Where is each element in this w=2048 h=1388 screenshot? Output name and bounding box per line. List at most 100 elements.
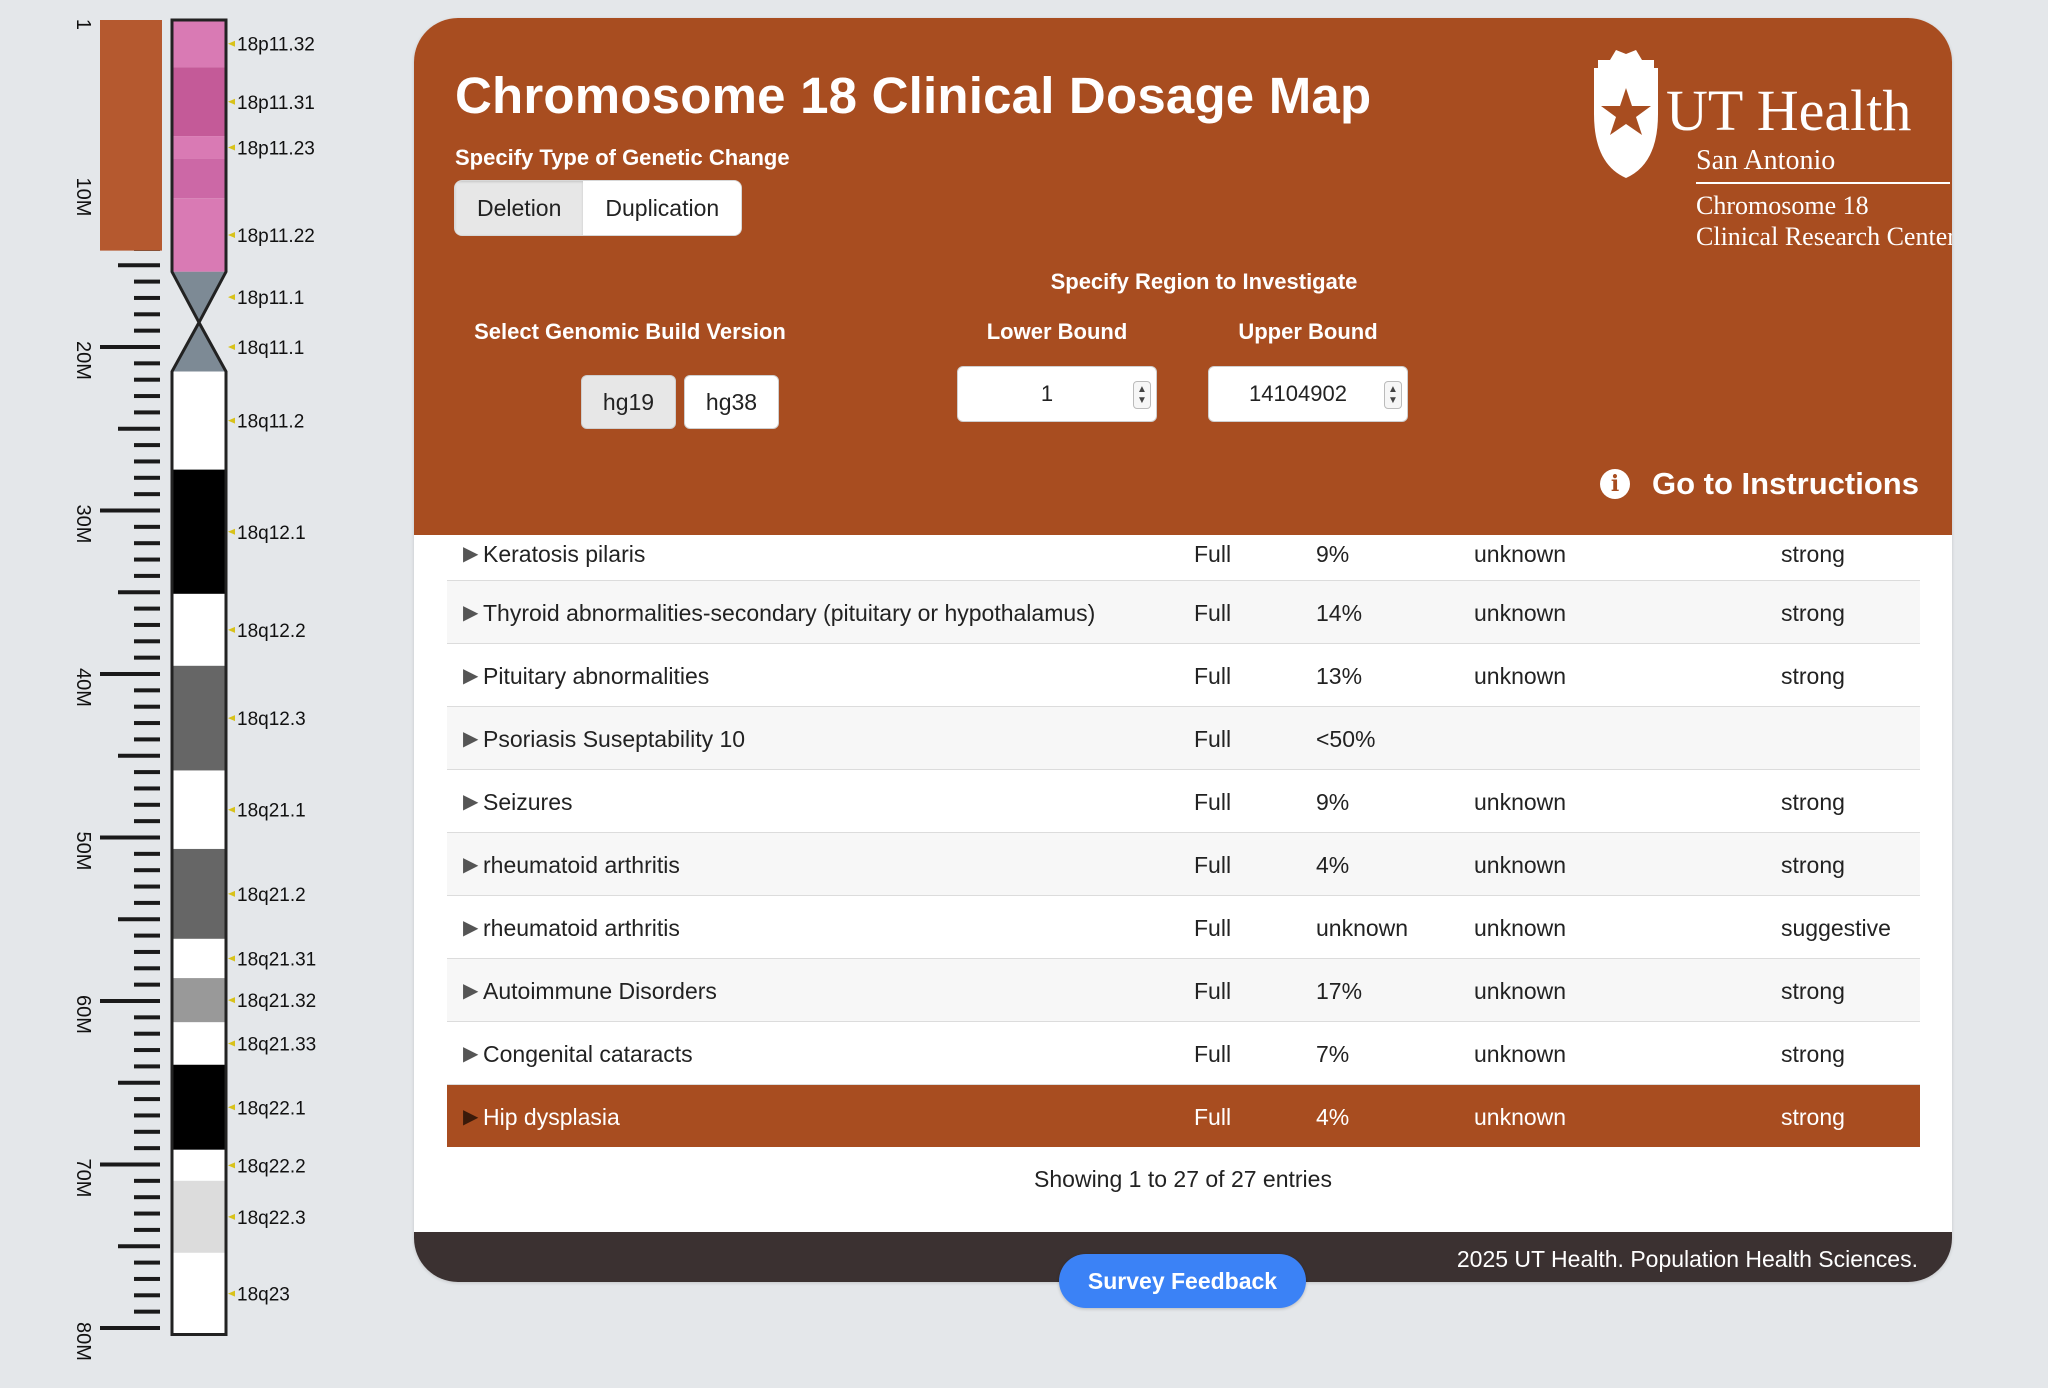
expand-arrow-icon[interactable]: ▶ (463, 915, 478, 940)
footer-copyright: 2025 UT Health. Population Health Scienc… (1456, 1246, 1918, 1272)
band-marker (228, 528, 235, 535)
chromosome-ideogram[interactable]: 110M20M30M40M50M60M70M80M 18p11.3218p11.… (0, 0, 400, 1388)
row-evidence: suggestive (1781, 915, 1891, 941)
band-marker (228, 144, 235, 151)
ruler-tick (134, 622, 160, 627)
band-18q12.2[interactable] (172, 593, 226, 666)
hg19-button[interactable]: hg19 (581, 375, 676, 429)
band-18p11.22[interactable] (172, 198, 226, 272)
band-18q22.1[interactable] (172, 1064, 226, 1150)
ruler-tick (118, 263, 160, 268)
band-18q21.33[interactable] (172, 1022, 226, 1065)
row-percent: 4% (1316, 1104, 1350, 1130)
expand-arrow-icon[interactable]: ▶ (463, 541, 478, 566)
row-phenotype: rheumatoid arthritis (483, 852, 680, 878)
row-percent: 13% (1316, 663, 1363, 689)
expand-arrow-icon[interactable]: ▶ (463, 852, 478, 877)
band-18q21.32[interactable] (172, 978, 226, 1023)
band-18p11.31[interactable] (172, 67, 226, 137)
chevron-up-icon[interactable]: ▲ (1137, 384, 1147, 395)
band-label: 18q21.32 (237, 991, 316, 1012)
ruler-tick (100, 1162, 160, 1167)
scale-label: 1 (72, 19, 94, 30)
row-evidence: strong (1781, 789, 1845, 815)
scale-label: 70M (72, 1159, 94, 1198)
band-18q21.31[interactable] (172, 938, 226, 979)
table-row[interactable]: ▶ Hip dysplasia Full 4% unknown strong (447, 1085, 1920, 1147)
band-unlabeled[interactable] (172, 158, 226, 199)
band-18q12.1[interactable] (172, 469, 226, 594)
ruler-tick (134, 737, 160, 742)
logo-divider (1696, 182, 1950, 184)
deletion-button[interactable]: Deletion (455, 181, 584, 235)
expand-arrow-icon[interactable]: ▶ (463, 726, 478, 751)
ruler-tick (134, 377, 160, 382)
ruler-tick (134, 966, 160, 971)
go-to-instructions-link[interactable]: i Go to Instructions (1600, 466, 1919, 502)
page-title: Chromosome 18 Clinical Dosage Map (455, 67, 1372, 124)
row-evidence: strong (1781, 1104, 1845, 1130)
lower-bound-input[interactable] (957, 366, 1157, 422)
band-18q12.3[interactable] (172, 665, 226, 771)
row-type: Full (1194, 600, 1232, 626)
band-marker (228, 40, 235, 47)
hg38-button[interactable]: hg38 (684, 375, 779, 429)
band-marker (228, 626, 235, 633)
band-18p11.32[interactable] (172, 20, 226, 68)
expand-arrow-icon[interactable]: ▶ (463, 663, 478, 688)
band-18q21.1[interactable] (172, 770, 226, 849)
table-row[interactable]: ▶ Psoriasis Suseptability 10 Full <50% (447, 707, 1920, 770)
expand-arrow-icon[interactable]: ▶ (463, 978, 478, 1003)
band-18q22.3[interactable] (172, 1180, 226, 1253)
row-phenotype: rheumatoid arthritis (483, 915, 680, 941)
ruler-tick (134, 688, 160, 693)
ruler-tick (100, 345, 160, 349)
row-type: Full (1194, 663, 1232, 689)
expand-arrow-icon[interactable]: ▶ (463, 1104, 478, 1129)
survey-feedback-button[interactable]: Survey Feedback (1059, 1254, 1306, 1308)
band-label: 18q23 (237, 1285, 290, 1306)
band-18q22.2[interactable] (172, 1149, 226, 1181)
chevron-down-icon[interactable]: ▼ (1388, 395, 1398, 406)
upper-bound-stepper[interactable]: ▲ ▼ (1384, 381, 1402, 409)
table-row[interactable]: ▶ Autoimmune Disorders Full 17% unknown stron… (447, 959, 1920, 1022)
band-label: 18p11.22 (237, 226, 315, 247)
ruler-tick (134, 1227, 160, 1232)
expand-arrow-icon[interactable]: ▶ (463, 789, 478, 814)
table-row[interactable]: ▶ rheumatoid arthritis Full unknown unknown s… (447, 896, 1920, 959)
band-18q21.2[interactable] (172, 848, 226, 939)
ruler-tick (134, 361, 160, 366)
table-row[interactable]: ▶ Seizures Full 9% unknown strong (447, 770, 1920, 833)
ruler-tick (134, 949, 160, 954)
table-row[interactable]: ▶ rheumatoid arthritis Full 4% unknown strong (447, 833, 1920, 896)
chevron-up-icon[interactable]: ▲ (1388, 384, 1398, 395)
ruler-tick (100, 1326, 160, 1330)
lower-bound-label: Lower Bound (986, 319, 1128, 344)
ideogram-bands[interactable] (170, 18, 228, 1337)
table-row[interactable]: ▶ Keratosis pilaris Full 9% unknown strong (447, 535, 1920, 581)
expand-arrow-icon[interactable]: ▶ (463, 600, 478, 625)
band-18q23[interactable] (172, 1252, 226, 1335)
ruler-tick (118, 1080, 160, 1085)
ruler-tick (134, 1129, 160, 1134)
table-row[interactable]: ▶ Pituitary abnormalities Full 13% unknown st… (447, 644, 1920, 707)
row-percent: 7% (1316, 1041, 1350, 1067)
lower-bound-stepper[interactable]: ▲ ▼ (1133, 381, 1151, 409)
change-type-label: Specify Type of Genetic Change (455, 145, 790, 170)
row-type: Full (1194, 978, 1232, 1004)
band-18q11.2[interactable] (172, 371, 226, 470)
ruler-tick (134, 1146, 160, 1151)
upper-bound-input[interactable] (1208, 366, 1408, 422)
ruler-tick (134, 295, 160, 300)
entries-count: Showing 1 to 27 of 27 entries (1034, 1166, 1332, 1192)
duplication-button[interactable]: Duplication (583, 181, 742, 235)
expand-arrow-icon[interactable]: ▶ (463, 1041, 478, 1066)
band-18q11.1[interactable] (172, 322, 226, 372)
chevron-down-icon[interactable]: ▼ (1137, 395, 1147, 406)
table-row[interactable]: ▶ Thyroid abnormalities-secondary (pituit… (447, 581, 1920, 644)
band-18p11.1[interactable] (172, 271, 226, 323)
logo-line-san-antonio: San Antonio (1696, 145, 1835, 176)
table-row[interactable]: ▶ Congenital cataracts Full 7% unknown strong (447, 1022, 1920, 1085)
ruler-tick (118, 426, 160, 431)
band-18p11.23[interactable] (172, 136, 226, 159)
